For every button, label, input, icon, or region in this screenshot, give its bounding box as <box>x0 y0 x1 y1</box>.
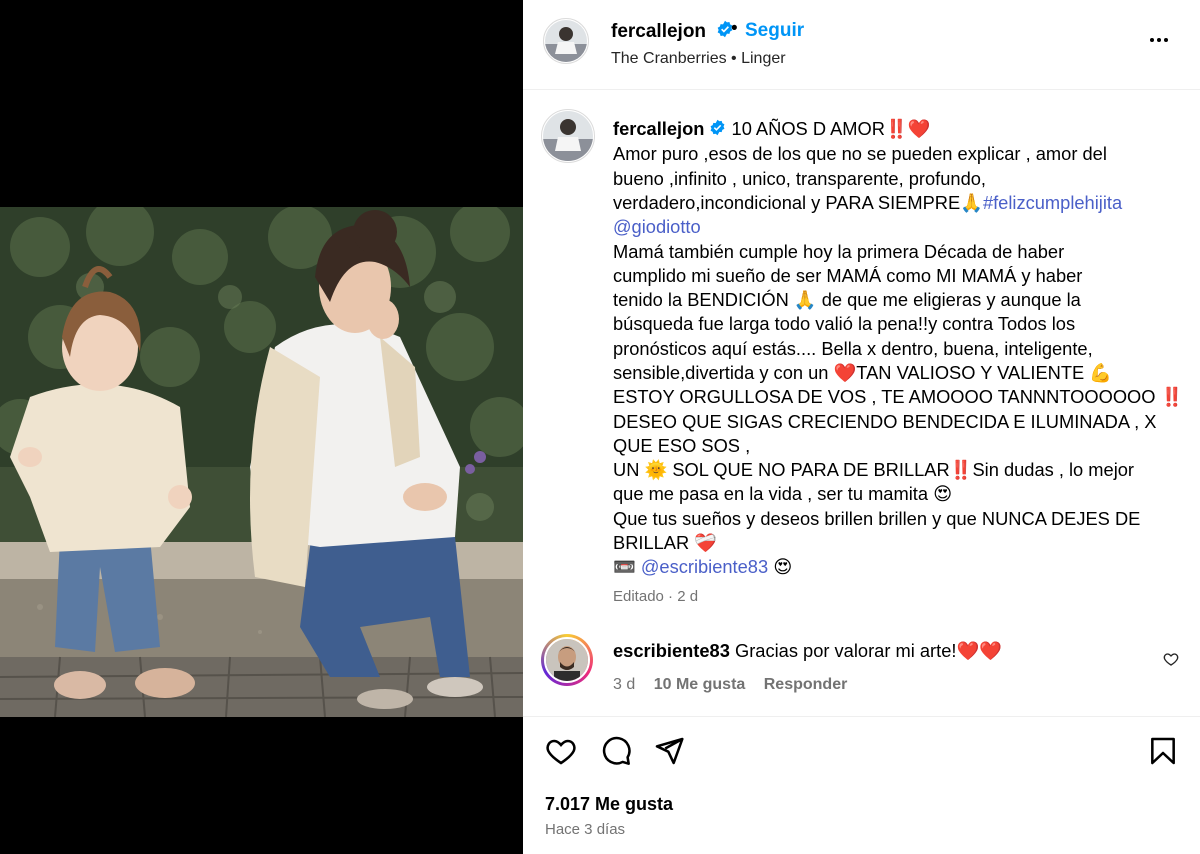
comment-likes-count[interactable]: 10 Me gusta <box>654 676 746 693</box>
comment-time[interactable]: 3 d <box>613 676 635 693</box>
header-separator: • <box>731 18 738 39</box>
caption-line: Que tus sueños y deseos brillen brillen … <box>613 507 1141 529</box>
post-actions-bar: 7.017 Me gusta Hace 3 días <box>523 716 1200 854</box>
more-options-icon[interactable] <box>1147 28 1171 57</box>
share-send-icon[interactable] <box>653 735 685 772</box>
caption-line: ESTOY ORGULLOSA DE VOS , TE AMOOOO TANNN… <box>613 386 1184 408</box>
mention-link[interactable]: @giodiotto <box>613 216 701 237</box>
caption-line: QUE ESO SOS , <box>613 434 751 456</box>
post-time-ago: Hace 3 días <box>545 821 626 838</box>
hashtag-link[interactable]: #felizcumplehijita <box>983 192 1122 213</box>
commenter-username[interactable]: escribiente83 <box>613 640 730 661</box>
comment-text: Gracias por valorar mi arte!❤️❤️ <box>734 640 1002 661</box>
save-bookmark-icon[interactable] <box>1147 735 1179 772</box>
comment-meta: 3 d 10 Me gusta Responder <box>613 676 861 694</box>
caption-line: 📼 @escribiente83 😍 <box>613 555 1183 579</box>
post-media-panel <box>0 0 523 854</box>
caption-line: búsqueda fue larga todo valió la pena!!y… <box>613 313 1076 335</box>
comment-body: escribiente83 Gracias por valorar mi art… <box>613 640 1002 662</box>
post-details-panel: fercallejon • Seguir The Cranberries • L… <box>523 0 1200 854</box>
comment-bubble-icon[interactable] <box>600 735 632 772</box>
caption-line: cumplido mi sueño de ser MAMÁ como MI MA… <box>613 264 1083 286</box>
follow-button[interactable]: Seguir <box>745 20 804 42</box>
author-avatar[interactable] <box>545 20 587 62</box>
like-heart-icon[interactable] <box>545 735 577 772</box>
caption-line: tenido la BENDICIÓN 🙏 de que me eligiera… <box>613 289 1081 311</box>
caption-text: 😍 <box>768 556 793 578</box>
commenter-avatar[interactable] <box>544 637 590 683</box>
caption-author-avatar[interactable] <box>543 111 593 161</box>
caption-text: 📼 <box>613 556 641 578</box>
comment-reply-button[interactable]: Responder <box>764 676 848 693</box>
instagram-post-modal: fercallejon • Seguir The Cranberries • L… <box>0 0 1200 854</box>
verified-badge-icon <box>709 118 726 142</box>
post-caption: fercallejon 10 AÑOS D AMOR‼️❤️ Amor puro… <box>613 117 1183 580</box>
caption-line: sensible,divertida y con un ❤️TAN VALIOS… <box>613 361 1113 383</box>
caption-line: BRILLAR ❤️‍🩹 <box>613 532 718 554</box>
caption-line: que me pasa en la vida , ser tu mamita 😍 <box>613 483 953 505</box>
caption-line: DESEO QUE SIGAS CRECIENDO BENDECIDA E IL… <box>613 410 1157 432</box>
caption-line: bueno ,infinito , unico, transparente, p… <box>613 167 986 189</box>
caption-line: fercallejon 10 AÑOS D AMOR‼️❤️ <box>613 117 1183 142</box>
music-attribution[interactable]: The Cranberries • Linger <box>611 50 786 68</box>
author-username-row: fercallejon <box>611 20 734 44</box>
caption-line: verdadero,incondicional y PARA SIEMPRE🙏#… <box>613 191 1183 215</box>
caption-line: @giodiotto <box>613 215 1183 239</box>
caption-line: pronósticos aquí estás.... Bella x dentr… <box>613 337 1093 359</box>
caption-line: Mamá también cumple hoy la primera Décad… <box>613 240 1065 262</box>
caption-text: 10 AÑOS D AMOR‼️❤️ <box>726 118 931 139</box>
caption-line: UN 🌞 SOL QUE NO PARA DE BRILLAR‼️Sin dud… <box>613 459 1135 481</box>
post-photo[interactable] <box>0 207 523 717</box>
caption-edited-time: Editado · 2 d <box>613 588 699 605</box>
caption-line: Amor puro ,esos de los que no se pueden … <box>613 143 1107 165</box>
caption-text: verdadero,incondicional y PARA SIEMPRE🙏 <box>613 191 983 213</box>
caption-username[interactable]: fercallejon <box>613 118 704 139</box>
comment-like-heart-icon[interactable] <box>1163 651 1179 672</box>
post-header: fercallejon • Seguir The Cranberries • L… <box>523 0 1200 90</box>
post-likes-count[interactable]: 7.017 Me gusta <box>545 794 673 815</box>
mention-link[interactable]: @escribiente83 <box>641 556 768 577</box>
author-username[interactable]: fercallejon <box>611 21 706 42</box>
